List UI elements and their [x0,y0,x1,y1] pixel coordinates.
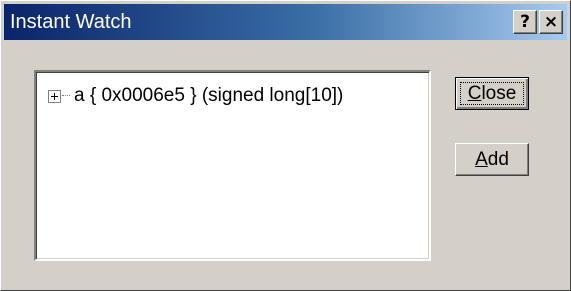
help-button[interactable]: ? [513,10,537,34]
tree-connector [62,95,70,97]
tree-item[interactable]: a { 0x0006e5 } (signed long[10]) [48,84,343,108]
add-button-label: Add [475,149,509,171]
focus-rectangle [460,82,524,105]
watch-expression: a { 0x0006e5 } (signed long[10]) [74,85,344,106]
close-button[interactable]: Close [455,77,529,110]
title-bar[interactable]: Instant Watch ? × [4,4,567,40]
add-mnemonic: A [475,148,488,170]
close-window-button[interactable]: × [539,10,563,34]
add-label-rest: dd [487,148,509,170]
expand-plus-icon[interactable] [48,89,61,103]
window-title: Instant Watch [10,11,132,33]
watch-tree[interactable]: a { 0x0006e5 } (signed long[10]) [34,70,431,261]
add-button[interactable]: Add [455,143,529,176]
instant-watch-dialog: Instant Watch ? × a { 0x0006e5 } (signed… [0,0,571,291]
